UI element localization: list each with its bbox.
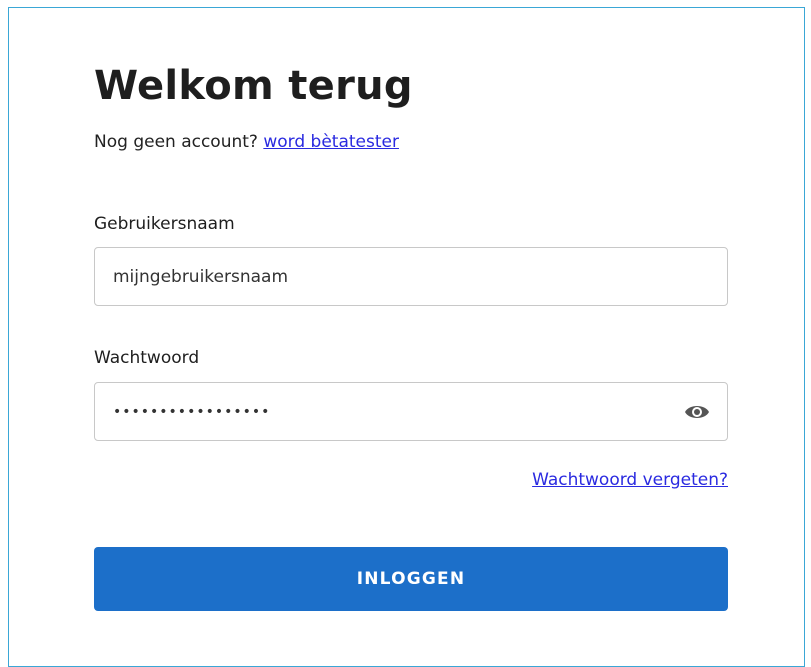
signup-prompt-text: Nog geen account? <box>94 132 258 152</box>
password-label: Wachtwoord <box>94 348 200 368</box>
signup-prompt: Nog geen account? word bètatester <box>94 130 399 154</box>
eye-icon[interactable] <box>683 400 711 424</box>
forgot-password-link[interactable]: Wachtwoord vergeten? <box>532 468 728 492</box>
username-input[interactable] <box>113 248 673 305</box>
username-field[interactable] <box>94 247 728 306</box>
login-button[interactable]: INLOGGEN <box>94 547 728 611</box>
password-field[interactable] <box>94 382 728 441</box>
page-title: Welkom terug <box>94 63 413 109</box>
password-input[interactable] <box>113 383 673 440</box>
signup-link[interactable]: word bètatester <box>263 132 399 152</box>
username-label: Gebruikersnaam <box>94 214 235 234</box>
